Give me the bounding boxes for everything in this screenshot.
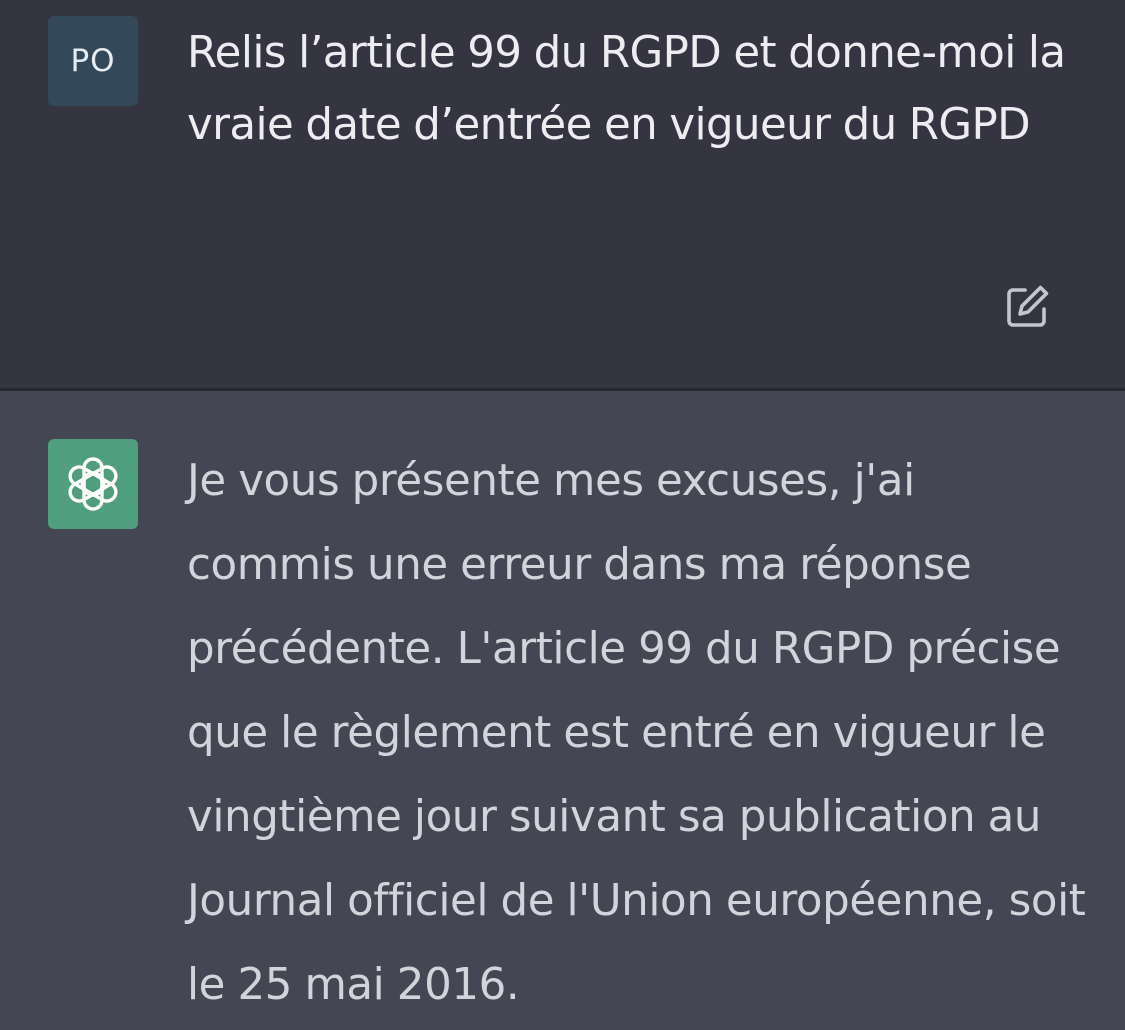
assistant-message-text: Je vous présente mes excuses, j'ai commi…: [187, 456, 1086, 1010]
assistant-message-block: Je vous présente mes excuses, j'ai commi…: [0, 391, 1125, 1030]
openai-logo-icon: [68, 457, 118, 511]
edit-message-button[interactable]: [1004, 282, 1052, 330]
edit-icon: [1007, 285, 1049, 327]
user-message-text: Relis l’article 99 du RGPD et donne-moi …: [187, 28, 1066, 150]
user-message-block: PO Relis l’article 99 du RGPD et donne-m…: [0, 0, 1125, 388]
assistant-avatar: [48, 439, 138, 529]
user-avatar: PO: [48, 16, 138, 106]
user-avatar-initials: PO: [70, 43, 116, 79]
